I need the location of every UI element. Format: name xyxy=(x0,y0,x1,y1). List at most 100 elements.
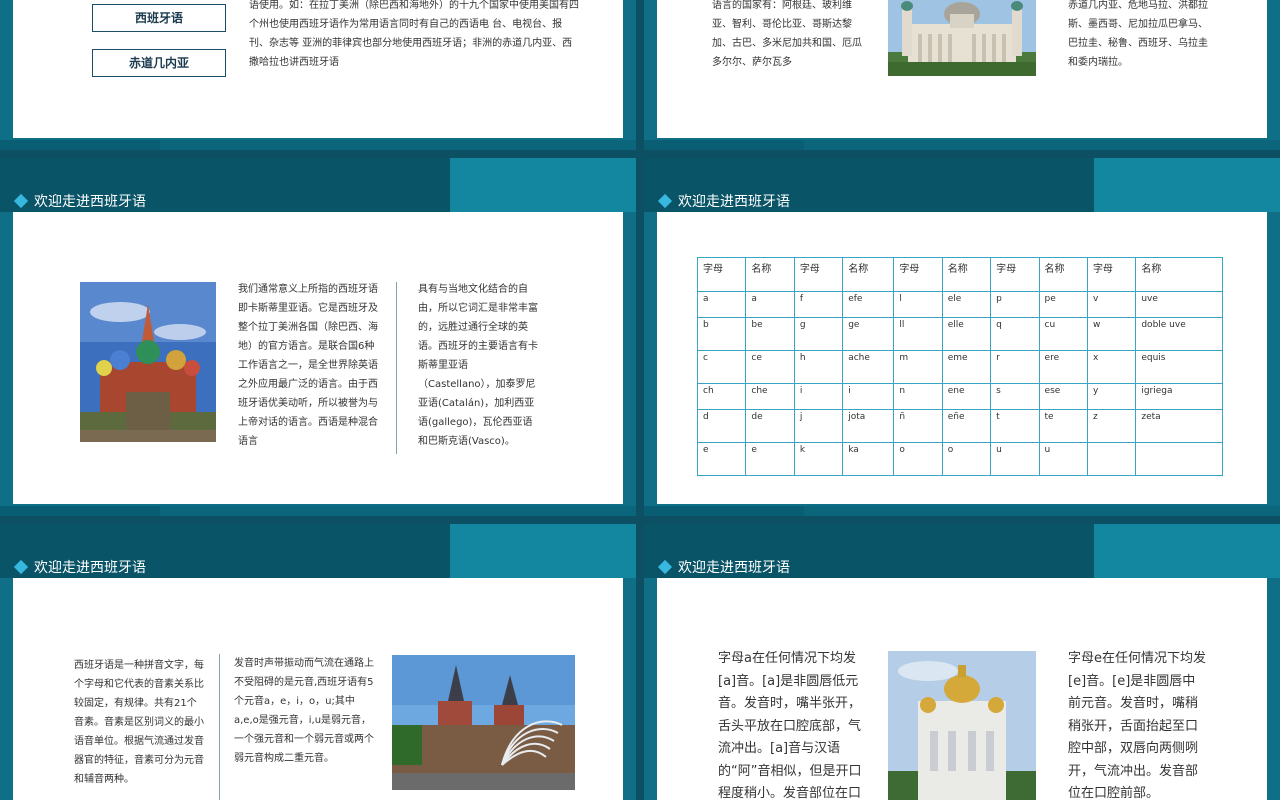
table-cell: zeta xyxy=(1135,409,1223,443)
slide-title-text: 欢迎走进西班牙语 xyxy=(34,560,146,576)
content-panel: 西班牙语 赤道几内亚 语使用。如：在拉丁美洲（除巴西和海地外）的十九个国家中使用… xyxy=(13,0,623,138)
table-cell: cu xyxy=(1038,317,1088,351)
church-domes-photo xyxy=(888,651,1036,800)
table-cell: l xyxy=(893,291,943,318)
equatorial-guinea-button[interactable]: 赤道几内亚 xyxy=(92,49,226,77)
table-cell: eñe xyxy=(941,409,992,443)
slide-2-text-right: 赤道几内亚、危地马拉、洪都拉斯、墨西哥、尼加拉瓜巴拿马、巴拉圭、秘鲁、西班牙、乌… xyxy=(1068,0,1208,68)
slide-5[interactable]: 欢迎走进西班牙语 西班牙语是一种拼音文字，每个字母和它代表的音素关系比较固定，有… xyxy=(0,524,636,800)
header-cell: 名称 xyxy=(745,257,795,292)
table-cell: b xyxy=(696,317,747,351)
table-cell: elle xyxy=(941,317,992,351)
content-panel: 字母 名称 字母 名称 字母 名称 字母 名称 字母 名称 aa f efe le… xyxy=(657,212,1267,504)
table-cell: de xyxy=(745,409,795,443)
table-cell: a xyxy=(696,291,747,318)
table-cell: s xyxy=(990,383,1040,410)
slide-2-text-left: 语言的国家有：阿根廷、玻利维亚、智利、哥伦比亚、哥斯达黎加、古巴、多米尼加共和国… xyxy=(712,0,862,68)
cathedral-sculpture-photo xyxy=(392,655,575,790)
table-header-row: 字母 名称 字母 名称 字母 名称 字母 名称 字母 名称 xyxy=(696,257,1223,292)
table-cell: ere xyxy=(1038,350,1088,384)
table-cell: e xyxy=(745,442,795,476)
slide-4[interactable]: 欢迎走进西班牙语 字母 名称 字母 名称 字母 名称 字母 名称 字母 名称 a… xyxy=(644,158,1280,516)
slide-1-body-text: 语使用。如：在拉丁美洲（除巴西和海地外）的十九个国家中使用美国有四个州也使用西班… xyxy=(249,0,579,68)
table-cell: ele xyxy=(941,291,992,318)
table-row: b be g ge ll elle q cu w doble uve xyxy=(696,317,1223,351)
spanish-button[interactable]: 西班牙语 xyxy=(92,4,226,32)
table-cell: q xyxy=(990,317,1040,351)
header-cell: 字母 xyxy=(990,257,1040,292)
header-band-accent xyxy=(1094,524,1280,578)
content-panel: 我们通常意义上所指的西班牙语即卡斯蒂里亚语。它是西班牙及整个拉丁美洲各国（除巴西… xyxy=(13,212,623,504)
table-cell: p xyxy=(990,291,1040,318)
slide-6-text-right: 字母e在任何情况下均发[e]音。[e]是非圆唇中前元音。发音时，嘴稍稍张开，舌面… xyxy=(1068,651,1206,800)
slide-title-text: 欢迎走进西班牙语 xyxy=(678,560,790,576)
header-band-accent xyxy=(450,158,636,212)
slide-title: 欢迎走进西班牙语 xyxy=(13,191,146,211)
table-cell: ge xyxy=(842,317,895,351)
header-cell: 字母 xyxy=(696,257,747,292)
table-cell: w xyxy=(1086,317,1137,351)
header-band-accent xyxy=(450,524,636,578)
table-cell: r xyxy=(990,350,1040,384)
diamond-bullet-icon xyxy=(13,193,29,209)
footer-stripe xyxy=(0,506,636,516)
slide-title: 欢迎走进西班牙语 xyxy=(13,557,146,577)
slide-6-text-left: 字母a在任何情况下均发[a]音。[a]是非圆唇低元音。发音时，嘴半张开，舌头平放… xyxy=(718,651,862,800)
table-cell xyxy=(1086,442,1137,476)
table-cell: ene xyxy=(941,383,992,410)
table-cell: pe xyxy=(1038,291,1088,318)
table-cell: be xyxy=(745,317,795,351)
table-cell: i xyxy=(842,383,895,410)
table-row: aa f efe l ele p pe v uve xyxy=(696,291,1223,318)
content-panel: 语言的国家有：阿根廷、玻利维亚、智利、哥伦比亚、哥斯达黎加、古巴、多米尼加共和国… xyxy=(657,0,1267,138)
table-cell: t xyxy=(990,409,1040,443)
slide-5-text-mid: 发音时声带振动而气流在通路上不受阻碍的是元音,西班牙语有5个元音a，e，i，o，… xyxy=(234,658,374,764)
table-cell: o xyxy=(893,442,943,476)
table-cell: k xyxy=(793,442,844,476)
slide-2[interactable]: 语言的国家有：阿根廷、玻利维亚、智利、哥伦比亚、哥斯达黎加、古巴、多米尼加共和国… xyxy=(644,0,1280,150)
st-basils-cathedral-photo xyxy=(80,282,216,442)
table-row: ee k ka oo uu xyxy=(696,442,1223,476)
table-cell: ese xyxy=(1038,383,1088,410)
table-cell: d xyxy=(696,409,747,443)
table-cell: ñ xyxy=(893,409,943,443)
footer-stripe xyxy=(0,140,636,150)
table-cell: f xyxy=(793,291,844,318)
table-cell: te xyxy=(1038,409,1088,443)
table-row: ch che ii n ene s ese y igriega xyxy=(696,383,1223,410)
table-cell: j xyxy=(793,409,844,443)
slide-title: 欢迎走进西班牙语 xyxy=(657,191,790,211)
table-row: c ce h ache m eme r ere x equis xyxy=(696,350,1223,384)
slide-1[interactable]: 西班牙语 赤道几内亚 语使用。如：在拉丁美洲（除巴西和海地外）的十九个国家中使用… xyxy=(0,0,636,150)
table-cell: ch xyxy=(696,383,747,410)
header-cell: 名称 xyxy=(1038,257,1088,292)
slide-3[interactable]: 欢迎走进西班牙语 我们通常意义上所指的西班牙语即卡斯蒂里亚语。它是西班牙及整个拉 xyxy=(0,158,636,516)
table-cell: ce xyxy=(745,350,795,384)
footer-stripe xyxy=(644,506,1280,516)
diamond-bullet-icon xyxy=(13,559,29,575)
footer-stripe xyxy=(644,140,1280,150)
slide-6[interactable]: 欢迎走进西班牙语 字母a在任何情况下均发[a]音。[a]是非圆唇低元音。发音时，… xyxy=(644,524,1280,800)
table-cell: u xyxy=(990,442,1040,476)
table-cell xyxy=(1135,442,1223,476)
table-cell: eme xyxy=(941,350,992,384)
content-panel: 字母a在任何情况下均发[a]音。[a]是非圆唇低元音。发音时，嘴半张开，舌头平放… xyxy=(657,578,1267,800)
header-cell: 字母 xyxy=(793,257,844,292)
divider xyxy=(219,654,220,800)
slide-3-text-left: 我们通常意义上所指的西班牙语即卡斯蒂里亚语。它是西班牙及整个拉丁美洲各国（除巴西… xyxy=(238,284,378,447)
slide-title-text: 欢迎走进西班牙语 xyxy=(34,194,146,210)
cathedral-photo xyxy=(888,0,1036,76)
table-cell: h xyxy=(793,350,844,384)
table-cell: uve xyxy=(1135,291,1223,318)
table-cell: e xyxy=(696,442,747,476)
diamond-bullet-icon xyxy=(657,193,673,209)
table-cell: ka xyxy=(842,442,895,476)
table-cell: equis xyxy=(1135,350,1223,384)
table-cell: g xyxy=(793,317,844,351)
slide-5-text-left: 西班牙语是一种拼音文字，每个字母和它代表的音素关系比较固定，有规律。共有21个音… xyxy=(74,660,204,785)
header-cell: 名称 xyxy=(941,257,992,292)
header-cell: 字母 xyxy=(1086,257,1137,292)
table-cell: m xyxy=(893,350,943,384)
divider xyxy=(396,282,397,454)
alphabet-table: 字母 名称 字母 名称 字母 名称 字母 名称 字母 名称 aa f efe le… xyxy=(696,257,1223,476)
